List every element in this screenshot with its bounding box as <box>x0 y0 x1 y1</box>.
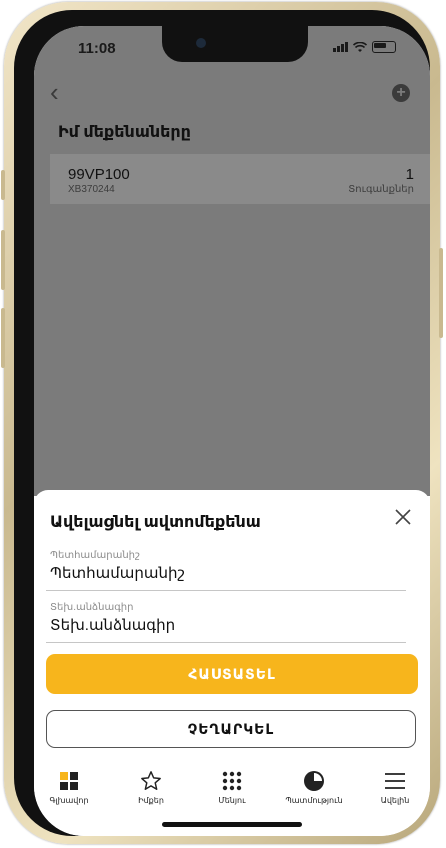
notch <box>162 26 308 62</box>
status-time: 11:08 <box>78 40 116 57</box>
plate-number-label: Պետհամարանիշ <box>50 550 140 561</box>
dots-grid-icon <box>222 771 242 791</box>
power-button <box>439 248 443 338</box>
page-title: Իմ մեքենաները <box>58 124 191 141</box>
tech-passport-label: Տեխ.անձնագիր <box>50 602 134 613</box>
home-grid-icon <box>60 772 78 790</box>
tab-favorites-label: Իմքեր <box>138 796 164 805</box>
tab-home-label: Գլխավոր <box>49 796 89 805</box>
signal-icon <box>333 42 348 52</box>
bezel: 11:08 ‹ + Իմ մեքենաները 99VP100 XB370244… <box>14 10 430 836</box>
confirm-button[interactable]: ՀԱՍՏԱՏԵԼ <box>46 654 418 694</box>
tech-passport-field[interactable]: Տեխ.անձնագիր Տեխ.անձնագիր <box>46 598 406 643</box>
tech-passport-value[interactable]: Տեխ.անձնագիր <box>50 616 175 634</box>
cancel-button[interactable]: ՉԵՂԱՐԿԵԼ <box>46 710 416 748</box>
vehicle-list-item[interactable]: 99VP100 XB370244 1 Տուգանքներ <box>50 154 430 204</box>
volume-down-button <box>1 308 5 368</box>
back-chevron-icon[interactable]: ‹ <box>50 79 59 105</box>
front-camera <box>196 38 206 48</box>
tab-more[interactable]: Ավելին <box>360 768 430 805</box>
tab-home[interactable]: Գլխավոր <box>34 768 104 805</box>
background-overlay[interactable]: 11:08 ‹ + Իմ մեքենաները 99VP100 XB370244… <box>34 26 430 496</box>
pie-icon <box>304 771 324 791</box>
plate-number-field[interactable]: Պետհամարանիշ Պետհամարանիշ <box>46 546 406 591</box>
vehicle-document-number: XB370244 <box>68 184 115 195</box>
tab-favorites[interactable]: Իմքեր <box>116 768 186 805</box>
battery-icon <box>372 41 396 53</box>
wifi-icon <box>353 41 367 52</box>
close-icon[interactable] <box>392 506 414 528</box>
home-indicator[interactable] <box>162 822 302 827</box>
tab-history[interactable]: Պատմություն <box>279 768 349 805</box>
phone-frame: 11:08 ‹ + Իմ մեքենաները 99VP100 XB370244… <box>1 2 443 844</box>
star-icon <box>141 771 161 790</box>
sheet-title: Ավելացնել ավտոմեքենա <box>50 514 261 531</box>
tab-history-label: Պատմություն <box>285 796 343 805</box>
mute-switch <box>1 170 5 200</box>
screen: 11:08 ‹ + Իմ մեքենաները 99VP100 XB370244… <box>34 26 430 836</box>
tab-menu[interactable]: Մենյու <box>197 768 267 805</box>
fines-count: 1 <box>405 166 414 183</box>
vehicle-plate: 99VP100 <box>68 166 130 183</box>
add-vehicle-sheet: Ավելացնել ավտոմեքենա Պետհամարանիշ Պետհամ… <box>34 490 430 836</box>
status-icons <box>333 41 396 53</box>
fines-count-label: Տուգանքներ <box>348 184 414 195</box>
tab-menu-label: Մենյու <box>218 796 246 805</box>
menu-icon <box>385 773 405 789</box>
tab-more-label: Ավելին <box>380 796 410 805</box>
volume-up-button <box>1 230 5 290</box>
add-circle-icon[interactable]: + <box>392 84 410 102</box>
plate-number-value[interactable]: Պետհամարանիշ <box>50 564 185 582</box>
